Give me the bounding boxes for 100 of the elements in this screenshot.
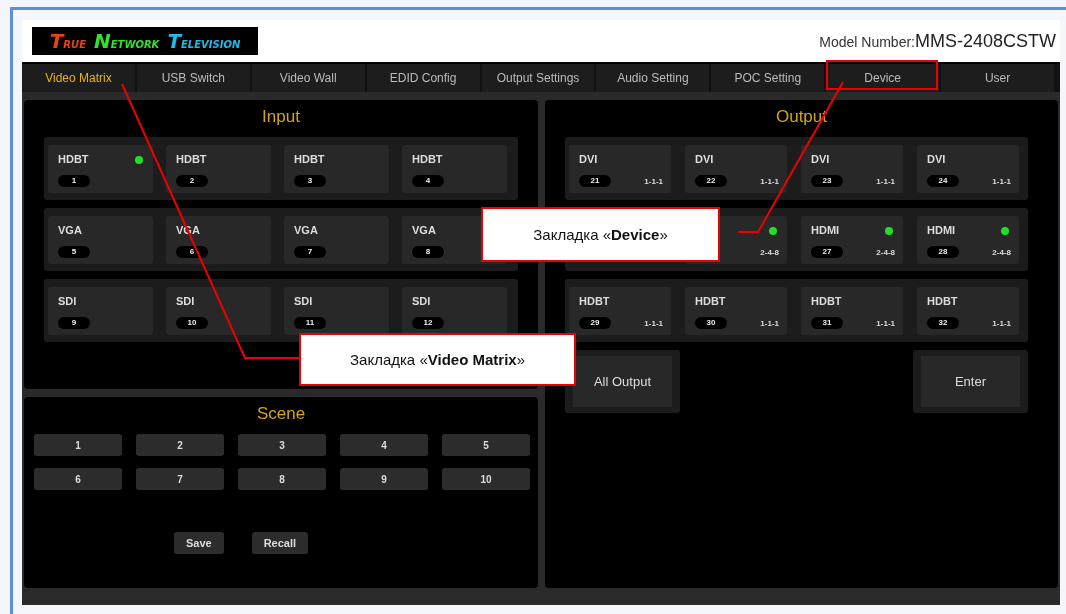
logo-text: T xyxy=(49,29,64,53)
port-label: VGA xyxy=(294,224,318,236)
port-label: HDBT xyxy=(176,153,207,165)
port-tile[interactable]: DVI 23 1-1-1 xyxy=(801,145,903,193)
port-reading: 1-1-1 xyxy=(992,177,1011,186)
port-number: 29 xyxy=(579,317,611,329)
panel-title: Scene xyxy=(255,403,307,425)
port-label: HDMI xyxy=(811,224,840,236)
port-label: HDBT xyxy=(294,153,325,165)
port-number: 4 xyxy=(412,175,444,187)
port-label: HDBT xyxy=(695,295,726,307)
port-number: 9 xyxy=(58,317,90,329)
port-number: 2 xyxy=(176,175,208,187)
port-tile[interactable]: SDI 12 xyxy=(402,287,507,335)
port-tile[interactable]: SDI 9 xyxy=(48,287,153,335)
output-action-button[interactable]: All Output xyxy=(565,350,680,413)
port-label: SDI xyxy=(294,295,313,307)
port-tile[interactable]: DVI 21 1-1-1 xyxy=(569,145,671,193)
port-number: 8 xyxy=(412,246,444,258)
port-number: 10 xyxy=(176,317,208,329)
scene-button[interactable]: 7 xyxy=(136,468,224,490)
port-number: 30 xyxy=(695,317,727,329)
scene-button[interactable]: 2 xyxy=(136,434,224,456)
port-tile[interactable]: HDBT 4 xyxy=(402,145,507,193)
scene-button[interactable]: 5 xyxy=(442,434,530,456)
logo-text: T xyxy=(167,29,182,53)
port-reading: 1-1-1 xyxy=(760,319,779,328)
port-number: 7 xyxy=(294,246,326,258)
port-reading: 2-4-8 xyxy=(992,248,1011,257)
scene-button[interactable]: 9 xyxy=(340,468,428,490)
port-tile[interactable]: HDBT 1 xyxy=(48,145,153,193)
port-tile[interactable]: SDI 11 xyxy=(284,287,389,335)
port-reading: 1-1-1 xyxy=(876,319,895,328)
port-number: 11 xyxy=(294,317,326,329)
port-label: DVI xyxy=(579,153,598,165)
port-tile[interactable]: VGA 7 xyxy=(284,216,389,264)
port-reading: 1-1-1 xyxy=(992,319,1011,328)
port-tile[interactable]: HDBT 31 1-1-1 xyxy=(801,287,903,335)
port-label: HDBT xyxy=(579,295,610,307)
scene-action-button[interactable]: Recall xyxy=(251,532,309,554)
nav-tab[interactable]: USB Switch xyxy=(136,64,250,92)
panel-title: Input xyxy=(261,106,301,128)
port-number: 3 xyxy=(294,175,326,187)
nav-tab[interactable]: Output Settings xyxy=(481,64,595,92)
port-number: 32 xyxy=(927,317,959,329)
port-tile[interactable]: DVI 24 1-1-1 xyxy=(917,145,1019,193)
port-tile[interactable]: HDBT 32 1-1-1 xyxy=(917,287,1019,335)
port-tile[interactable]: DVI 22 1-1-1 xyxy=(685,145,787,193)
port-tile[interactable]: HDBT 2 xyxy=(166,145,271,193)
nav-tab[interactable]: Audio Setting xyxy=(596,64,710,92)
scene-button[interactable]: 1 xyxy=(34,434,122,456)
port-number: 6 xyxy=(176,246,208,258)
scene-button[interactable]: 4 xyxy=(340,434,428,456)
port-label: SDI xyxy=(176,295,195,307)
port-tile[interactable]: SDI 10 xyxy=(166,287,271,335)
callout-tooltip: Закладка «Device» xyxy=(481,207,720,262)
port-number: 12 xyxy=(412,317,444,329)
port-number: 22 xyxy=(695,175,727,187)
port-label: VGA xyxy=(58,224,82,236)
port-label: HDBT xyxy=(927,295,958,307)
nav-tab[interactable]: POC Setting xyxy=(711,64,825,92)
scene-button[interactable]: 3 xyxy=(238,434,326,456)
scene-action-button[interactable]: Save xyxy=(173,532,224,554)
logo-text: ELEVISION xyxy=(181,39,241,50)
port-label: DVI xyxy=(695,153,714,165)
port-label: DVI xyxy=(811,153,830,165)
scene-button[interactable]: 10 xyxy=(442,468,530,490)
port-label: HDBT xyxy=(811,295,842,307)
port-number: 24 xyxy=(927,175,959,187)
port-tile[interactable]: HDBT 30 1-1-1 xyxy=(685,287,787,335)
port-number: 21 xyxy=(579,175,611,187)
nav-tab[interactable]: Video Wall xyxy=(251,64,365,92)
port-label: SDI xyxy=(412,295,431,307)
logo-text: ETWORK xyxy=(110,39,160,50)
port-number: 31 xyxy=(811,317,843,329)
port-label: HDBT xyxy=(58,153,89,165)
port-reading: 1-1-1 xyxy=(876,177,895,186)
port-reading: 1-1-1 xyxy=(644,177,663,186)
port-label: HDMI xyxy=(927,224,956,236)
port-label: DVI xyxy=(927,153,946,165)
port-tile[interactable]: VGA 5 xyxy=(48,216,153,264)
scene-button[interactable]: 6 xyxy=(34,468,122,490)
port-number: 27 xyxy=(811,246,843,258)
port-number: 23 xyxy=(811,175,843,187)
callout-tooltip: Закладка «Video Matrix» xyxy=(299,333,576,386)
port-reading: 1-1-1 xyxy=(644,319,663,328)
scene-button[interactable]: 8 xyxy=(238,468,326,490)
port-tile[interactable]: HDMI 27 2-4-8 xyxy=(801,216,903,264)
port-number: 28 xyxy=(927,246,959,258)
port-tile[interactable]: HDMI 28 2-4-8 xyxy=(917,216,1019,264)
port-tile[interactable]: HDBT 29 1-1-1 xyxy=(569,287,671,335)
nav-tab[interactable]: User xyxy=(941,64,1054,92)
nav-tab[interactable]: EDID Config xyxy=(366,64,480,92)
port-label: SDI xyxy=(58,295,77,307)
model-label: Model Number: xyxy=(819,33,915,50)
output-action-button[interactable]: Enter xyxy=(913,350,1028,413)
port-tile[interactable]: HDBT 3 xyxy=(284,145,389,193)
logo-text: RUE xyxy=(63,39,86,50)
nav-tab[interactable]: Video Matrix xyxy=(22,64,135,92)
port-label: HDBT xyxy=(412,153,443,165)
